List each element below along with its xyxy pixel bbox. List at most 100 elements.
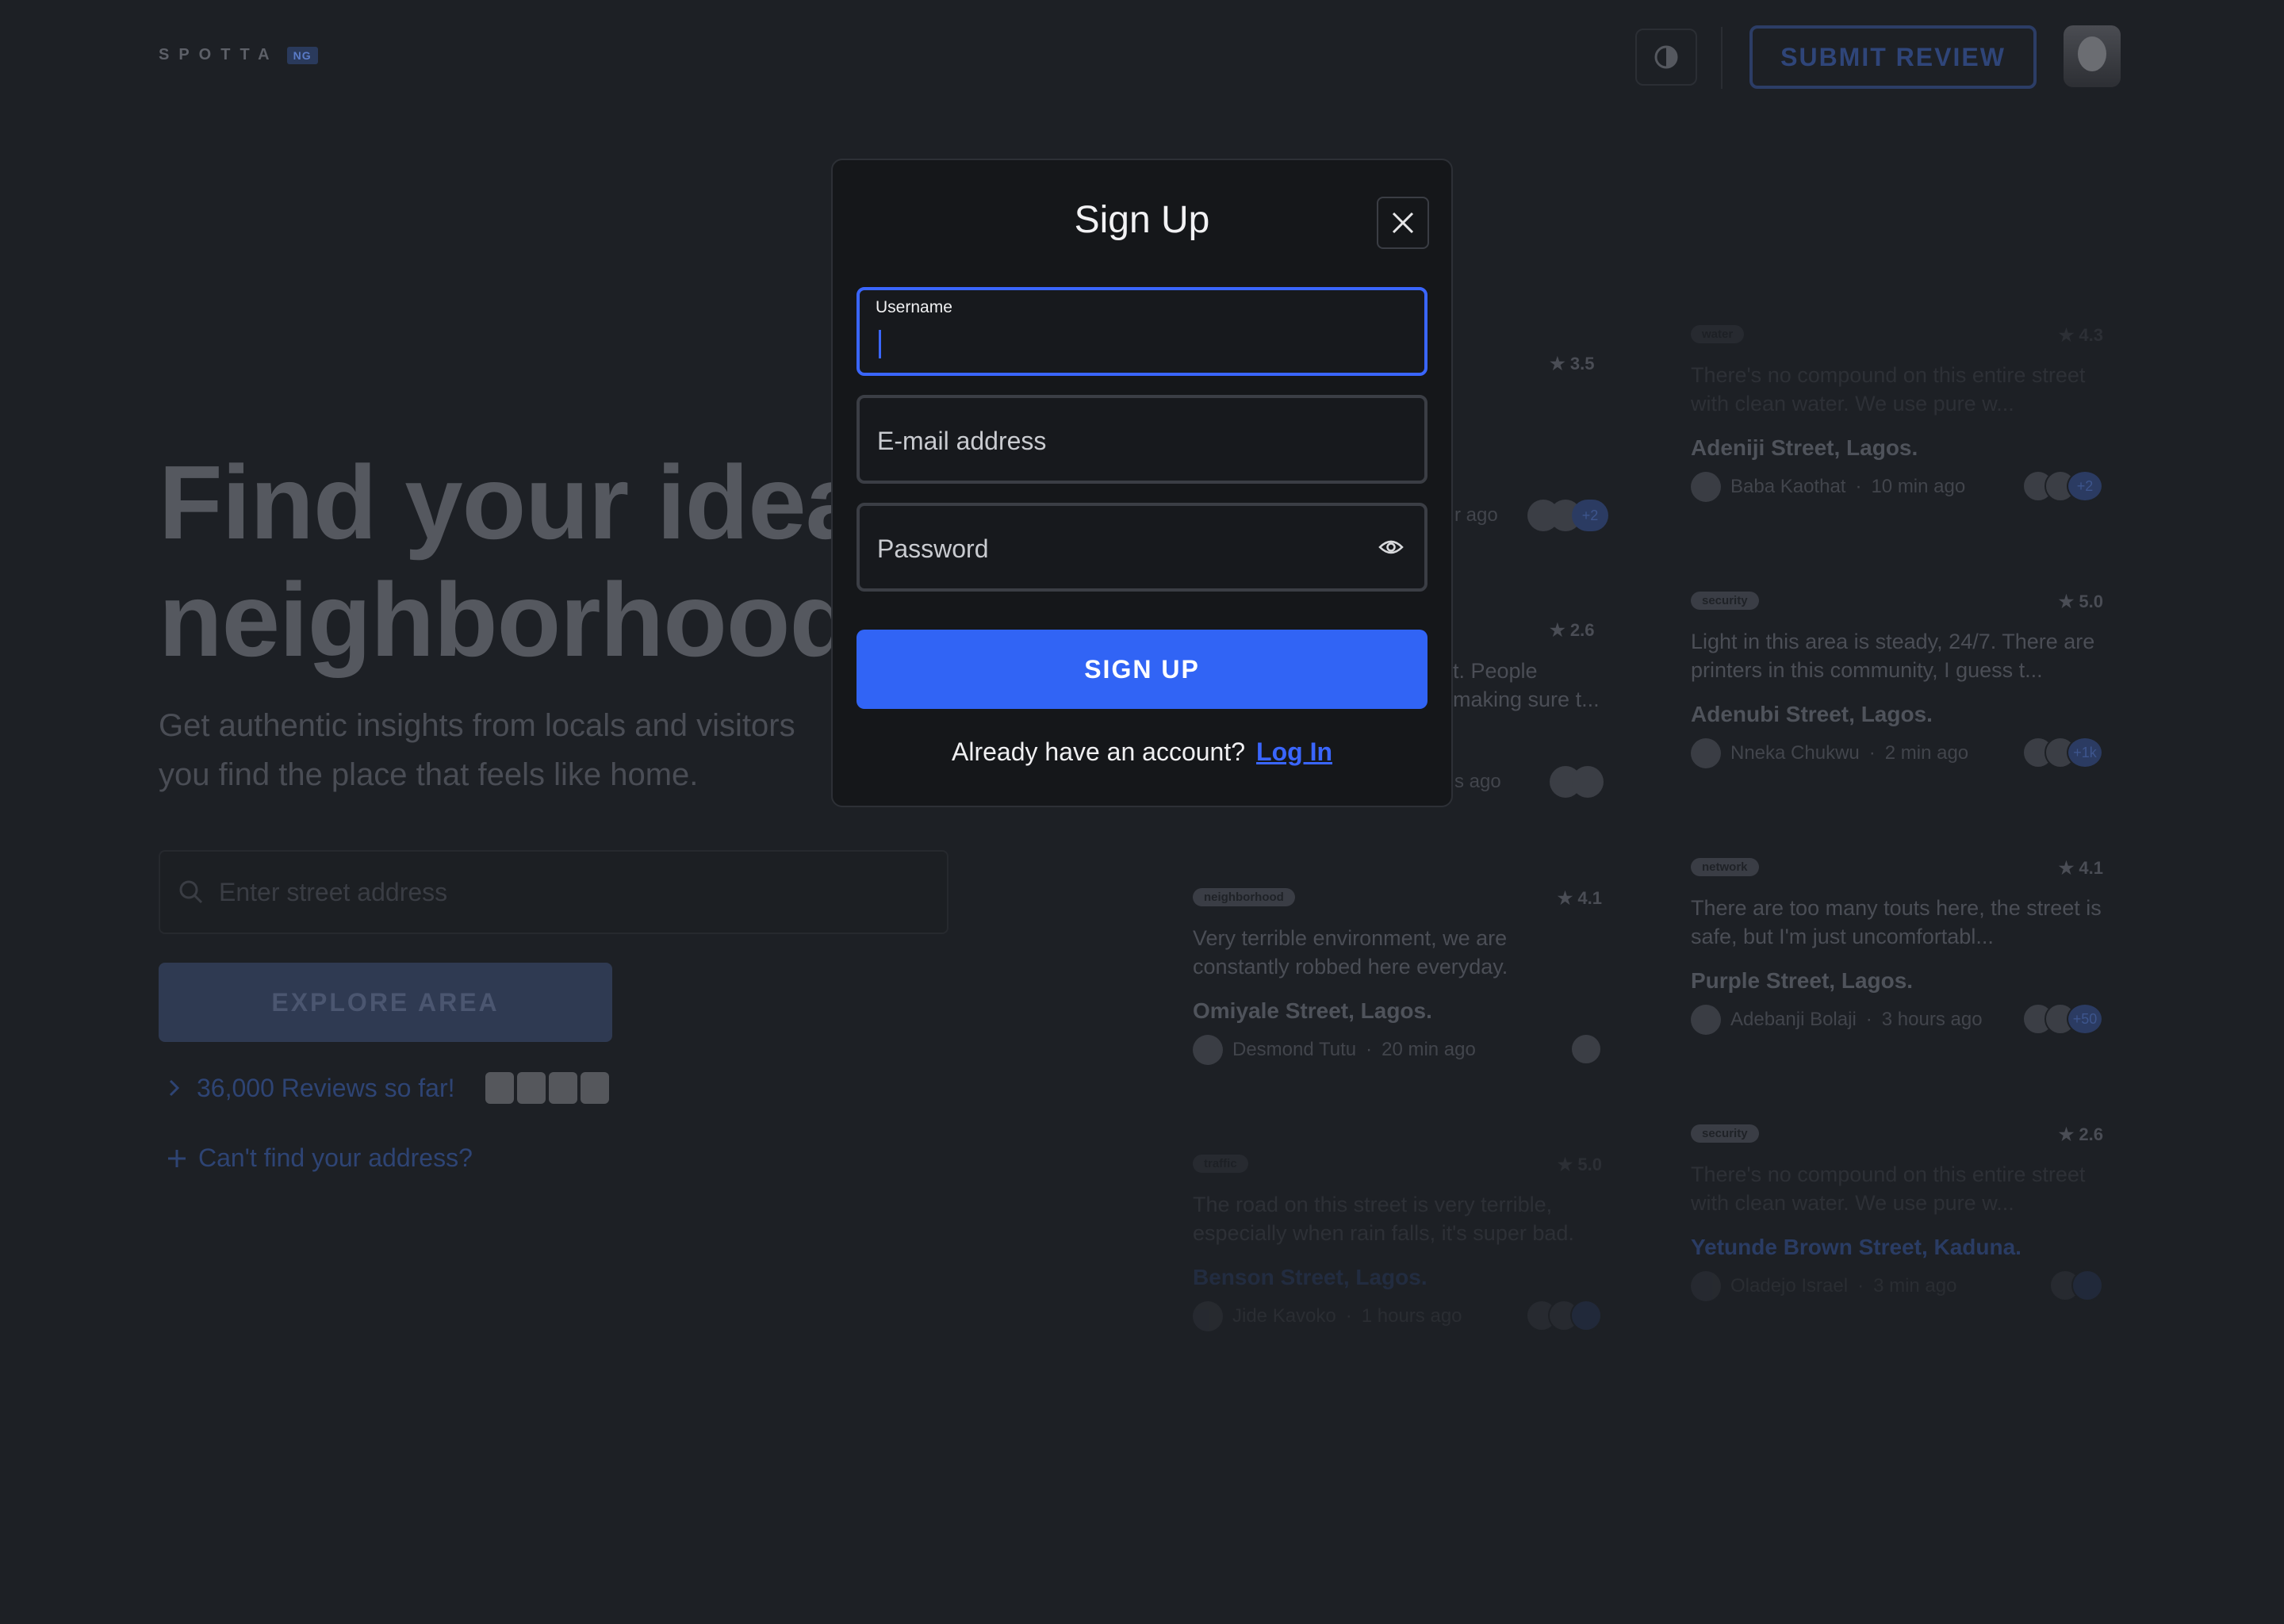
reactor-avatars xyxy=(2049,1270,2103,1301)
review-text: Light in this area is steady, 24/7. Ther… xyxy=(1691,630,2095,682)
review-rating: ★ 2.6 xyxy=(2058,1124,2103,1144)
review-card[interactable]: security ★ 5.0 Light in this area is ste… xyxy=(1691,592,2103,768)
signup-modal: Sign Up Username E-mail address Password… xyxy=(831,159,1453,807)
review-badge: water xyxy=(1691,325,1745,343)
review-author: Oladejo Israel xyxy=(1730,1275,1849,1297)
review-street: Adeniji Street, Lagos. xyxy=(1691,435,1918,460)
chevron-right-icon xyxy=(169,1079,180,1097)
username-label: Username xyxy=(876,298,952,316)
review-card[interactable]: water ★ 4.3 There's no compound on this … xyxy=(1691,325,2103,502)
review-badge: security xyxy=(1691,1124,1759,1143)
password-placeholder: Password xyxy=(877,534,989,563)
author-avatar xyxy=(1691,472,1721,502)
review-rating: ★ 4.1 xyxy=(2058,858,2103,878)
username-field[interactable]: Username xyxy=(856,287,1428,376)
review-text: There are too many touts here, the stree… xyxy=(1691,896,2102,948)
author-avatar xyxy=(1193,1035,1223,1065)
street-search-input[interactable]: Enter street address xyxy=(159,850,948,934)
author-avatar xyxy=(1691,738,1721,768)
text-caret xyxy=(879,330,881,358)
review-rating: ★ 4.3 xyxy=(2058,325,2103,345)
review-street: Purple Street, Lagos. xyxy=(1691,968,1914,993)
explore-area-button[interactable]: EXPLORE AREA xyxy=(159,963,612,1042)
login-prompt: Already have an account? Log In xyxy=(833,737,1451,767)
review-rating: ★ 5.0 xyxy=(2058,592,2103,611)
reactor-avatars: +50 xyxy=(2022,1003,2103,1035)
review-card[interactable]: traffic ★ 5.0 The road on this street is… xyxy=(1193,1155,1602,1331)
reactor-avatars: +2 xyxy=(2022,470,2103,502)
user-avatar[interactable] xyxy=(2064,25,2121,87)
review-street: Adenubi Street, Lagos. xyxy=(1691,702,1933,726)
review-time: r ago xyxy=(1454,504,1498,526)
reactor-avatars xyxy=(1550,766,1604,798)
login-link[interactable]: Log In xyxy=(1256,737,1332,766)
reactor-avatars xyxy=(1526,1300,1602,1331)
review-rating: ★ 4.1 xyxy=(1557,888,1602,908)
close-icon xyxy=(1392,212,1414,234)
cant-find-address-link[interactable]: Can't find your address? xyxy=(167,1143,473,1173)
review-street: Yetunde Brown Street, Kaduna. xyxy=(1691,1235,2021,1259)
reviewer-avatars xyxy=(485,1072,609,1104)
review-time: 3 hours ago xyxy=(1881,1009,1983,1030)
review-meta: Desmond Tutu · 20 min ago xyxy=(1193,1035,1602,1065)
logo-tag: NG xyxy=(286,46,318,64)
logo-text: SPOTTA xyxy=(159,46,279,63)
review-author: Baba Kaothat xyxy=(1730,476,1846,497)
header-divider xyxy=(1721,27,1723,89)
review-time: 20 min ago xyxy=(1382,1039,1476,1060)
reactor-avatars: +1k xyxy=(2022,737,2103,768)
review-rating: ★ 5.0 xyxy=(1557,1155,1602,1174)
reactor-avatars: +2 xyxy=(1527,500,1608,531)
plus-icon xyxy=(168,1149,186,1167)
review-badge: network xyxy=(1691,858,1759,876)
author-avatar xyxy=(1193,1301,1223,1331)
reactor-avatars xyxy=(1570,1033,1602,1065)
hero-title-line1: Find your ideal xyxy=(159,444,892,561)
review-author: Desmond Tutu xyxy=(1232,1039,1357,1060)
review-meta: Oladejo Israel · 3 min ago xyxy=(1691,1271,2103,1301)
search-placeholder: Enter street address xyxy=(219,877,448,906)
review-badge: traffic xyxy=(1193,1155,1248,1173)
review-street: Omiyale Street, Lagos. xyxy=(1193,998,1432,1023)
cant-find-text: Can't find your address? xyxy=(198,1143,473,1172)
review-badge: security xyxy=(1691,592,1759,610)
review-time: 10 min ago xyxy=(1871,476,1966,497)
email-placeholder: E-mail address xyxy=(877,427,1047,455)
login-prompt-text: Already have an account? xyxy=(952,737,1246,766)
email-field[interactable]: E-mail address xyxy=(856,395,1428,484)
review-text: There's no compound on this entire stree… xyxy=(1691,1162,2086,1215)
review-rating: ★ 3.5 xyxy=(1550,354,1595,373)
search-icon xyxy=(179,880,203,904)
logo[interactable]: SPOTTA NG xyxy=(159,46,318,64)
review-text: Very terrible environment, we are consta… xyxy=(1193,926,1508,979)
review-text: t. People making sure t... xyxy=(1453,659,1600,711)
review-card[interactable]: neighborhood ★ 4.1 Very terrible environ… xyxy=(1193,888,1602,1065)
review-street: Benson Street, Lagos. xyxy=(1193,1265,1428,1289)
review-author: Jide Kavoko xyxy=(1232,1305,1336,1327)
review-rating: ★ 2.6 xyxy=(1550,620,1595,640)
hero-title-line2: neighborhood xyxy=(159,561,853,678)
review-card[interactable]: network ★ 4.1 There are too many touts h… xyxy=(1691,858,2103,1035)
author-avatar xyxy=(1691,1005,1721,1035)
review-time: 2 min ago xyxy=(1884,742,1969,764)
author-avatar xyxy=(1691,1271,1721,1301)
review-text: There's no compound on this entire stree… xyxy=(1691,363,2086,416)
contrast-icon xyxy=(1654,45,1678,69)
submit-review-button[interactable]: SUBMIT REVIEW xyxy=(1749,25,2037,89)
close-button[interactable] xyxy=(1377,197,1429,249)
review-badge: neighborhood xyxy=(1193,888,1295,906)
review-card[interactable]: security ★ 2.6 There's no compound on th… xyxy=(1691,1124,2103,1301)
theme-toggle-button[interactable] xyxy=(1635,29,1697,86)
review-time: 1 hours ago xyxy=(1361,1305,1462,1327)
eye-icon[interactable] xyxy=(1378,538,1404,557)
hero-title: Find your ideal neighborhood xyxy=(159,444,892,679)
review-time: s ago xyxy=(1454,771,1501,792)
signup-button[interactable]: SIGN UP xyxy=(856,630,1428,709)
reviews-count-link[interactable]: 36,000 Reviews so far! xyxy=(167,1072,609,1104)
review-text: The road on this street is very terrible… xyxy=(1193,1193,1574,1245)
reviews-count-text: 36,000 Reviews so far! xyxy=(197,1073,455,1102)
password-field[interactable]: Password xyxy=(856,503,1428,592)
modal-title: Sign Up xyxy=(1074,199,1210,241)
review-author: Nneka Chukwu xyxy=(1730,742,1860,764)
review-time: 3 min ago xyxy=(1873,1275,1957,1297)
